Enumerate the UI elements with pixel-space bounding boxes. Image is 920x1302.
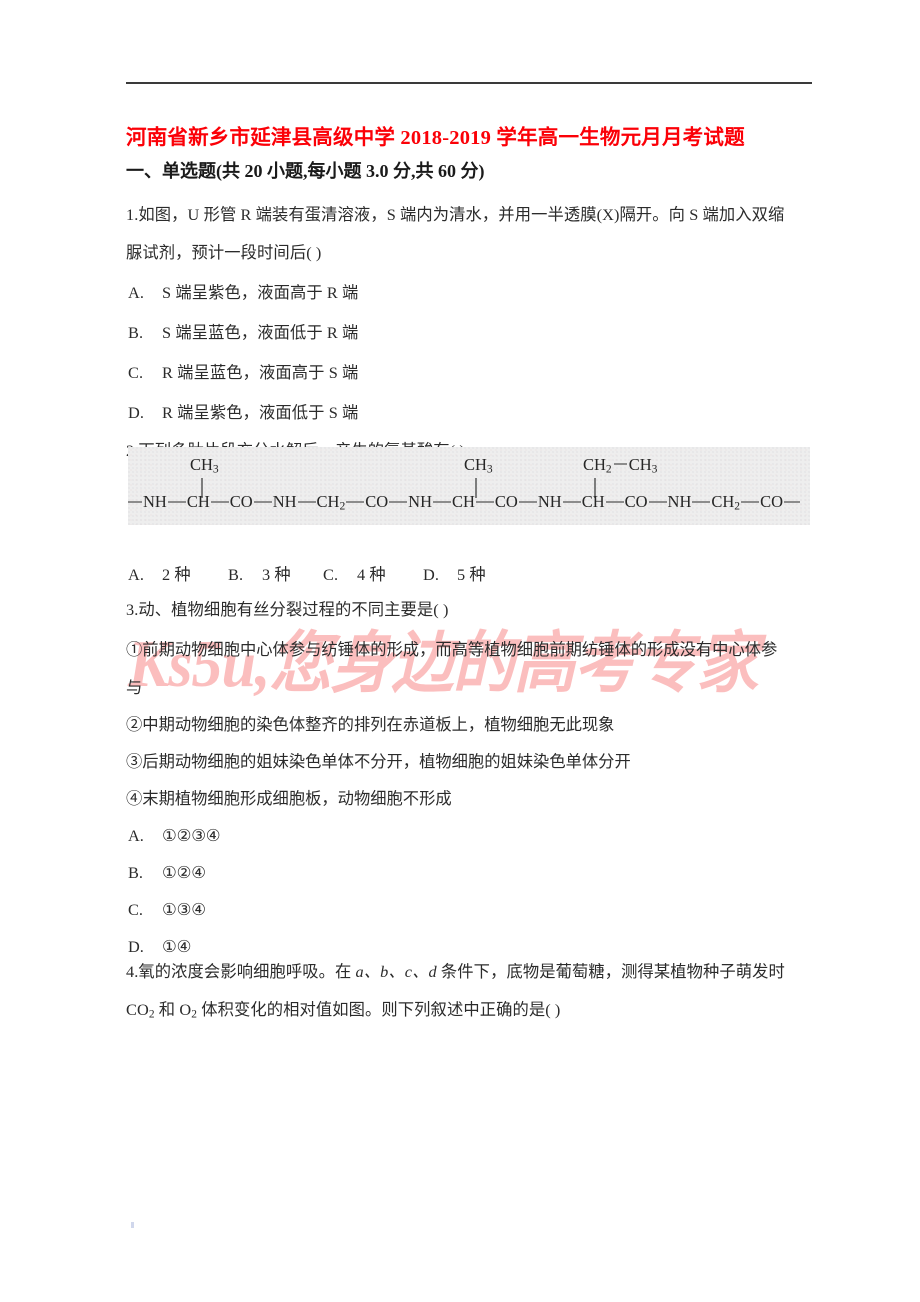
question-4-stem-line-2: CO2 和 O2 体积变化的相对值如图。则下列叙述中正确的是( ) xyxy=(126,1000,816,1025)
question-1-stem-line-1: 1.如图，U 形管 R 端装有蛋清溶液，S 端内为清水，并用一半透膜(X)隔开。… xyxy=(126,205,785,224)
bond xyxy=(167,501,186,503)
bond xyxy=(346,501,365,503)
bond xyxy=(433,501,451,503)
question-3-stem: 3.动、植物细胞有丝分裂过程的不同主要是( ) xyxy=(126,600,449,619)
question-1-stem-line-2: 脲试剂，预计一段时间后( ) xyxy=(126,243,322,262)
group-co-3: CO xyxy=(494,492,518,511)
group-nh-3: NH xyxy=(408,492,432,511)
bond xyxy=(475,501,494,503)
group-nh-1: NH xyxy=(143,492,167,511)
bond xyxy=(784,501,800,503)
bond xyxy=(128,501,142,503)
question-4-stem-line-1: 4.氧的浓度会影响细胞呼吸。在 a、b、c、d 条件下，底物是葡萄糖，测得某植物… xyxy=(126,962,816,982)
option-letter: B. xyxy=(128,323,144,342)
question-3-statement-2: ②中期动物细胞的染色体整齐的排列在赤道板上，植物细胞无此现象 xyxy=(126,715,615,734)
option-letter: B. xyxy=(128,863,143,882)
question-4-stem-conj: 和 O xyxy=(154,1000,192,1019)
header-rule xyxy=(126,82,812,84)
group-ch2-1: CH2 xyxy=(316,491,346,513)
section-heading: 一、单选题(共 20 小题,每小题 3.0 分,共 60 分) xyxy=(126,161,485,181)
option-text: ①②④ xyxy=(162,863,206,882)
option-letter: C. xyxy=(128,363,144,382)
group-ch2-2: CH2 xyxy=(711,491,741,513)
bond xyxy=(692,501,711,503)
option-text: S 端呈紫色，液面高于 R 端 xyxy=(162,283,359,302)
question-3-option-d[interactable]: D. ①④ xyxy=(128,937,818,957)
option-text: 5 种 xyxy=(457,565,486,584)
document-page: 河南省新乡市延津县高级中学 2018-2019 学年高一生物元月月考试题 一、单… xyxy=(0,0,920,1302)
group-ch-2: CH xyxy=(452,492,475,511)
option-letter: A. xyxy=(128,283,145,302)
question-1-option-b[interactable]: B. S 端呈蓝色，液面低于 R 端 xyxy=(128,323,818,343)
question-2-option-b[interactable]: B. 3 种 xyxy=(228,565,323,585)
question-2-option-a[interactable]: A. 2 种 xyxy=(128,565,228,585)
group-co-2: CO xyxy=(365,492,389,511)
question-4-stem-part-a: 4.氧的浓度会影响细胞呼吸。在 xyxy=(126,962,356,981)
group-co-1: CO xyxy=(229,492,253,511)
group-nh-5: NH xyxy=(667,492,692,511)
option-text: 3 种 xyxy=(262,565,291,584)
peptide-structure-inner: CH3 CH3 CH2 CH3 NH CH CO NH CH2 CO NH CH… xyxy=(128,447,810,525)
bond xyxy=(741,501,760,503)
bond xyxy=(253,501,272,503)
option-text: ①④ xyxy=(162,937,192,956)
branch-label-ch3-2: CH3 xyxy=(464,455,493,476)
question-3-option-c[interactable]: C. ①③④ xyxy=(128,900,818,920)
page-title: 河南省新乡市延津县高级中学 2018-2019 学年高一生物元月月考试题 xyxy=(126,127,745,149)
option-text: 2 种 xyxy=(162,565,191,584)
branch-label-ch2ch3: CH2 CH3 xyxy=(583,455,658,476)
branch-bond xyxy=(613,463,627,466)
group-ch-3: CH xyxy=(581,492,605,511)
peptide-structure-figure: CH3 CH3 CH2 CH3 NH CH CO NH CH2 CO NH CH… xyxy=(128,447,810,525)
question-1-option-c[interactable]: C. R 端呈蓝色，液面高于 S 端 xyxy=(128,363,818,383)
bond xyxy=(297,501,316,503)
question-3-statement-4: ④末期植物细胞形成细胞板，动物细胞不形成 xyxy=(126,789,452,808)
bond xyxy=(648,501,667,503)
option-text: S 端呈蓝色，液面低于 R 端 xyxy=(162,323,359,342)
group-nh-4: NH xyxy=(537,492,562,511)
question-3-statement-1: ①前期动物细胞中心体参与纺锤体的形成，而高等植物细胞前期纺锤体的形成没有中心体参 xyxy=(126,640,778,659)
question-3-option-b[interactable]: B. ①②④ xyxy=(128,863,818,883)
option-text: ①③④ xyxy=(162,900,206,919)
question-4-condition-vars: a、b、c、d xyxy=(355,962,437,981)
option-letter: D. xyxy=(128,403,145,422)
question-1-option-d[interactable]: D. R 端呈紫色，液面低于 S 端 xyxy=(128,403,818,423)
question-1-option-a[interactable]: A. S 端呈紫色，液面高于 R 端 xyxy=(128,283,818,303)
question-2-options[interactable]: A. 2 种 B. 3 种 C. 4 种 D. 5 种 xyxy=(128,565,818,585)
option-letter: A. xyxy=(128,826,144,845)
peptide-backbone: NH CH CO NH CH2 CO NH CH CO NH CH CO NH … xyxy=(128,491,810,513)
scan-artifact xyxy=(131,1222,134,1228)
question-4-stem-part-b: 条件下，底物是葡萄糖，测得某植物种子萌发时 xyxy=(436,962,785,981)
question-2-option-c[interactable]: C. 4 种 xyxy=(323,565,423,585)
group-co-5: CO xyxy=(760,492,783,511)
option-text: R 端呈紫色，液面低于 S 端 xyxy=(162,403,359,422)
question-3-option-a[interactable]: A. ①②③④ xyxy=(128,826,818,846)
branch-label-ch3-1: CH3 xyxy=(190,455,219,476)
bond xyxy=(605,501,624,503)
group-ch-1: CH xyxy=(186,492,210,511)
bond xyxy=(210,501,229,503)
group-nh-2: NH xyxy=(272,492,297,511)
group-co-4: CO xyxy=(624,492,648,511)
bond xyxy=(518,501,537,503)
option-letter: D. xyxy=(128,937,144,956)
option-letter: B. xyxy=(228,565,244,584)
option-text: R 端呈蓝色，液面高于 S 端 xyxy=(162,363,359,382)
formula-co2: CO2 xyxy=(126,1000,155,1021)
option-text: ①②③④ xyxy=(162,826,221,845)
option-letter: C. xyxy=(323,565,339,584)
question-3-statement-3: ③后期动物细胞的姐妹染色单体不分开，植物细胞的姐妹染色单体分开 xyxy=(126,752,631,771)
question-3-statement-1-cont: 与 xyxy=(126,678,143,697)
option-letter: A. xyxy=(128,565,145,584)
bond xyxy=(389,501,408,503)
option-letter: D. xyxy=(423,565,440,584)
question-4-stem-part-c: 体积变化的相对值如图。则下列叙述中正确的是( ) xyxy=(197,1000,561,1019)
option-letter: C. xyxy=(128,900,143,919)
bond xyxy=(562,501,581,503)
option-text: 4 种 xyxy=(357,565,386,584)
question-2-option-d[interactable]: D. 5 种 xyxy=(423,565,486,585)
